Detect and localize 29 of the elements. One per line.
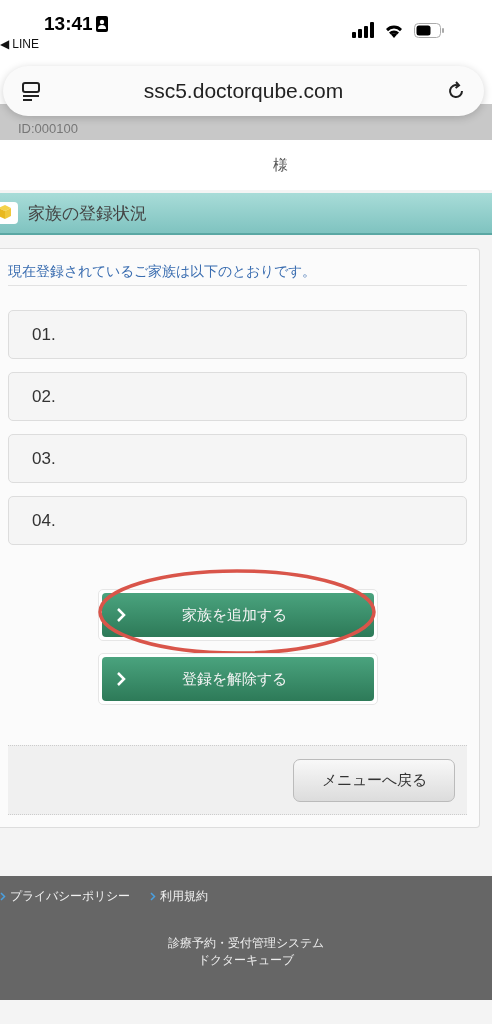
chevron-right-icon [150,892,156,901]
patient-id: ID:000100 [18,121,78,136]
cube-icon [0,202,18,224]
family-member-slot[interactable]: 01. [8,310,467,359]
address-bar[interactable]: ssc5.doctorqube.com [3,66,484,116]
family-member-slot[interactable]: 04. [8,496,467,545]
chevron-right-icon [115,671,126,687]
action-button[interactable]: 家族を追加する [101,593,374,637]
system-name: 診療予約・受付管理システム [167,935,325,952]
id-card-icon [95,16,108,32]
footer-link[interactable]: 利用規約 [150,888,208,905]
url-text: ssc5.doctorqube.com [142,79,345,103]
page-menu-icon[interactable] [21,81,41,101]
honorific-text: 様 [272,155,288,175]
family-member-slot[interactable]: 02. [8,372,467,421]
intro-text: 現在登録されているご家族は以下のとおりです。 [8,263,467,286]
reload-icon[interactable] [446,81,466,101]
battery-icon [414,22,444,38]
chevron-right-icon [0,892,6,901]
status-time: 13:41 [44,13,108,35]
product-name: ドクターキューブ [197,952,295,969]
chevron-right-icon [115,607,126,623]
footer-link[interactable]: プライバシーポリシー [0,888,130,905]
back-to-app-link[interactable]: ◀ LINE [0,37,108,51]
action-button[interactable]: 登録を解除する [101,657,374,701]
back-to-menu-button[interactable]: メニューへ戻る [293,758,455,802]
section-title: 家族の登録状況 [28,201,147,225]
signal-icon [352,22,374,38]
family-member-slot[interactable]: 03. [8,434,467,483]
